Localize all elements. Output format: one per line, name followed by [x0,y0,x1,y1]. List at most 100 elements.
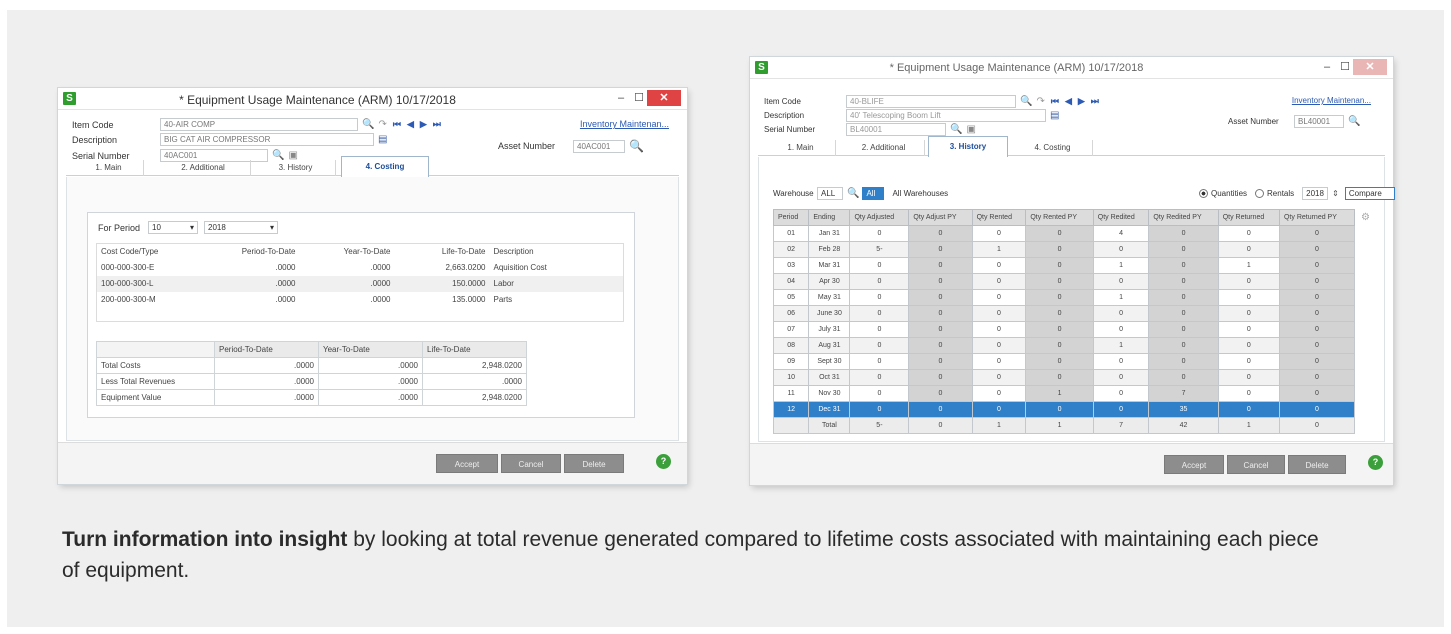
column-header[interactable]: Year-To-Date [300,244,395,260]
year-field[interactable]: 2018 [1302,187,1329,200]
last-record-icon[interactable]: ⏭ [1091,96,1099,107]
inventory-maintenance-link[interactable]: Inventory Maintenan... [580,119,669,129]
column-header[interactable]: Qty Rented PY [1025,209,1094,226]
tab-history[interactable]: 3. History [928,136,1008,157]
delete-button[interactable]: Delete [1288,455,1346,474]
last-record-icon[interactable]: ⏭ [433,119,441,130]
table-row[interactable]: 02 Feb 28 5- 0 1 0 0 0 0 0 [772,241,1356,258]
help-icon[interactable]: ? [656,454,671,469]
accept-button[interactable]: Accept [436,454,498,473]
tab-history[interactable]: 3. History [256,160,336,176]
column-header[interactable]: Qty Returned [1217,209,1280,226]
clear-icon[interactable]: ↷ [1036,96,1044,107]
asset-number-field[interactable]: BL40001 [1294,115,1344,128]
column-header[interactable]: Description [490,244,624,260]
column-header[interactable]: Qty Redited [1092,209,1150,226]
column-header[interactable]: Cost Code/Type [97,244,205,260]
asset-number-field[interactable]: 40AC001 [573,139,625,153]
column-header[interactable]: Qty Rented [971,209,1027,226]
previous-record-icon[interactable]: ◀ [1065,96,1072,107]
column-header[interactable]: Qty Redited PY [1148,209,1219,226]
button-bar: Accept Cancel Delete ? [750,443,1393,485]
year-select[interactable]: 2018 ▾ [204,221,278,234]
table-row: Total Costs .0000 .0000 2,948.0200 [96,357,527,374]
settings-icon[interactable]: ⚙ [1361,212,1370,223]
calendar-icon[interactable]: ▣ [966,124,975,135]
cancel-button[interactable]: Cancel [1227,455,1285,474]
tab-additional[interactable]: 2. Additional [156,160,251,176]
table-row[interactable]: 09 Sept 30 0 0 0 0 0 0 0 0 [772,353,1356,370]
column-header[interactable]: Life-To-Date [395,244,490,260]
tab-main[interactable]: 1. Main [74,160,144,176]
first-record-icon[interactable]: ⏮ [1051,96,1059,107]
search-icon[interactable]: 🔍 [847,188,859,199]
table-row[interactable]: 06 June 30 0 0 0 0 0 0 0 0 [772,305,1356,322]
table-row[interactable]: 03 Mar 31 0 0 0 0 1 0 1 0 [772,257,1356,274]
tab-costing[interactable]: 4. Costing [1013,140,1093,156]
table-cell: 0 [1278,225,1356,242]
column-header[interactable]: Period [772,209,810,226]
description-field[interactable]: 40' Telescoping Boom Lift [846,109,1046,122]
tab-main[interactable]: 1. Main [766,140,836,156]
column-header[interactable]: Qty Adjusted [849,209,910,226]
search-icon[interactable]: 🔍 [629,139,644,153]
rentals-radio[interactable] [1255,189,1265,198]
search-icon[interactable]: 🔍 [362,119,374,130]
caption-text: Turn information into insight by looking… [62,524,1322,586]
table-cell: 0 [1025,289,1094,306]
table-row[interactable]: 000-000-300-E .0000 .0000 2,663.0200 Aqu… [97,260,624,276]
table-row[interactable]: 04 Apr 30 0 0 0 0 0 0 0 0 [772,273,1356,290]
period-select[interactable]: 10 ▾ [148,221,198,234]
minimize-icon[interactable]: – [1319,59,1335,75]
search-icon[interactable]: 🔍 [1348,116,1360,127]
table-row[interactable]: 12 Dec 31 0 0 0 0 0 35 0 0 [772,401,1356,418]
column-header[interactable]: Ending [808,209,851,226]
description-field[interactable]: BIG CAT AIR COMPRESSOR [160,133,374,146]
table-cell: 4 [1092,225,1150,242]
column-header[interactable]: Qty Returned PY [1278,209,1356,226]
table-row[interactable]: 05 May 31 0 0 0 0 1 0 0 0 [772,289,1356,306]
close-icon[interactable]: ✕ [647,90,681,106]
spinner-icon[interactable]: ⇕ [1332,189,1339,198]
help-icon[interactable]: ? [1368,455,1383,470]
item-code-field[interactable]: 40-BLIFE [846,95,1016,108]
minimize-icon[interactable]: – [613,90,629,106]
accept-button[interactable]: Accept [1164,455,1224,474]
table-row[interactable]: 11 Nov 30 0 0 0 1 0 7 0 0 [772,385,1356,402]
search-icon[interactable]: 🔍 [950,124,962,135]
quantities-radio[interactable] [1199,189,1208,198]
tab-additional[interactable]: 2. Additional [843,140,925,156]
column-header[interactable]: Period-To-Date [205,244,300,260]
table-row[interactable]: 07 July 31 0 0 0 0 0 0 0 0 [772,321,1356,338]
title-bar[interactable]: S * Equipment Usage Maintenance (ARM) 10… [58,88,687,110]
maximize-icon[interactable]: ☐ [1337,59,1353,75]
table-row[interactable]: 08 Aug 31 0 0 0 0 1 0 0 0 [772,337,1356,354]
memo-icon[interactable]: ▤ [1050,110,1059,121]
table-row[interactable]: 200-000-300-M .0000 .0000 135.0000 Parts [97,292,624,308]
delete-button[interactable]: Delete [564,454,624,473]
table-row: Less Total Revenues .0000 .0000 .0000 [96,373,527,390]
serial-number-field[interactable]: BL40001 [846,123,946,136]
table-row[interactable]: 10 Oct 31 0 0 0 0 0 0 0 0 [772,369,1356,386]
clear-icon[interactable]: ↷ [378,119,386,130]
item-code-field[interactable]: 40-AIR COMP [160,118,358,131]
cancel-button[interactable]: Cancel [501,454,561,473]
column-header[interactable]: Qty Adjust PY [908,209,973,226]
inventory-maintenance-link[interactable]: Inventory Maintenan... [1292,96,1371,105]
table-cell: 7 [1092,417,1150,434]
tab-costing[interactable]: 4. Costing [341,156,429,177]
title-bar[interactable]: S * Equipment Usage Maintenance (ARM) 10… [750,57,1393,79]
memo-icon[interactable]: ▤ [378,134,387,145]
close-icon[interactable]: ✕ [1353,59,1387,75]
warehouse-field[interactable]: ALL [817,187,843,200]
compare-button[interactable]: Compare [1344,187,1395,200]
all-warehouses-button[interactable]: All [862,187,885,200]
previous-record-icon[interactable]: ◀ [407,119,414,130]
next-record-icon[interactable]: ▶ [420,119,427,130]
first-record-icon[interactable]: ⏮ [393,119,401,130]
table-row[interactable]: 01 Jan 31 0 0 0 0 4 0 0 0 [772,225,1356,242]
table-row[interactable]: 100-000-300-L .0000 .0000 150.0000 Labor [96,275,624,292]
next-record-icon[interactable]: ▶ [1078,96,1085,107]
maximize-icon[interactable]: ☐ [631,90,647,106]
search-icon[interactable]: 🔍 [1020,96,1032,107]
